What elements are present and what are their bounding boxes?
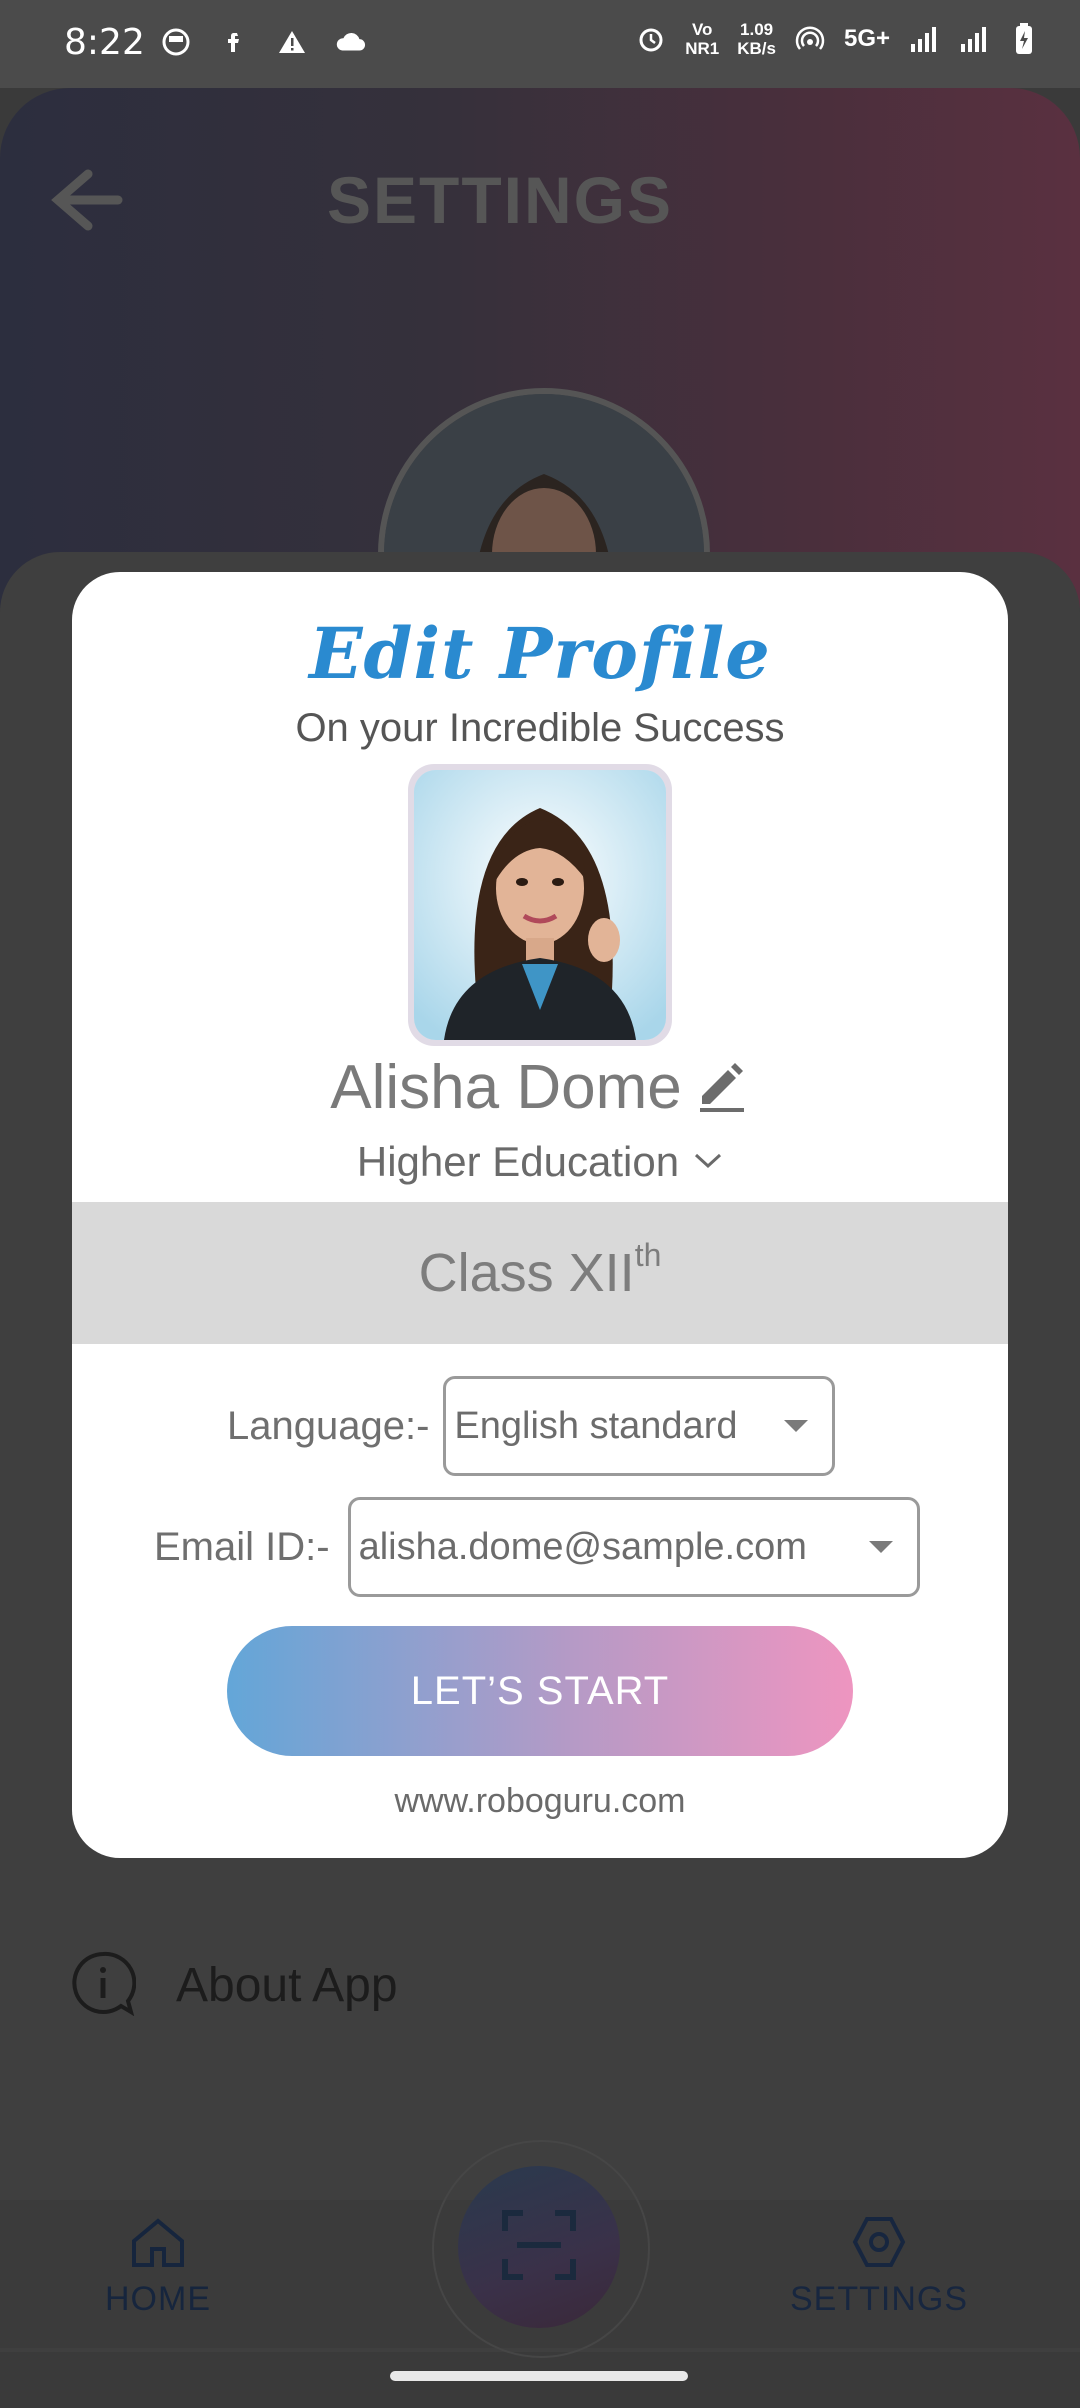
- app-notification-icon: [160, 26, 192, 58]
- website-link[interactable]: www.roboguru.com: [72, 1782, 1008, 1821]
- volte-indicator: Vo NR1: [685, 20, 719, 58]
- scan-icon: [499, 2205, 579, 2290]
- dropdown-arrow-icon: [868, 1541, 893, 1553]
- dropdown-arrow-icon: [784, 1420, 809, 1432]
- signal-icon-1: [908, 23, 940, 55]
- education-label: Higher Education: [356, 1138, 680, 1185]
- scan-button[interactable]: [458, 2166, 620, 2328]
- user-name: Alisha Dome: [330, 1053, 682, 1122]
- about-label: About App: [176, 1959, 398, 2012]
- alarm-icon: [635, 23, 667, 55]
- dialog-subtitle: On your Incredible Success: [295, 706, 785, 750]
- language-dropdown[interactable]: English standard: [443, 1376, 836, 1476]
- email-dropdown[interactable]: alisha.dome@sample.com: [347, 1497, 920, 1597]
- nav-home[interactable]: HOME: [105, 2215, 211, 2319]
- cloud-icon: [334, 26, 366, 58]
- profile-photo[interactable]: [408, 764, 672, 1046]
- language-value: English standard: [454, 1404, 738, 1447]
- gesture-bar[interactable]: [390, 2371, 688, 2381]
- home-icon: [128, 2218, 188, 2273]
- class-main: Class XII: [418, 1243, 635, 1303]
- volte-bottom: NR1: [685, 39, 720, 58]
- class-selector[interactable]: Class XIIth: [72, 1202, 1008, 1344]
- language-label: Language:-: [227, 1403, 430, 1448]
- nav-settings[interactable]: SETTINGS: [790, 2215, 968, 2319]
- facebook-icon: [218, 26, 250, 58]
- email-value: alisha.dome@sample.com: [358, 1525, 807, 1568]
- menu-item-about[interactable]: About App: [70, 1950, 398, 2021]
- language-row: Language:- English standard: [227, 1376, 836, 1476]
- class-label: Class XIIth: [418, 1237, 662, 1304]
- email-label: Email ID:-: [154, 1524, 330, 1569]
- hotspot-icon: [794, 23, 826, 55]
- nav-home-label: HOME: [105, 2280, 211, 2318]
- notification-icons: [160, 26, 366, 58]
- email-row: Email ID:- alisha.dome@sample.com: [154, 1497, 920, 1597]
- chevron-down-icon: [693, 1150, 723, 1175]
- lets-start-button[interactable]: LET’S START: [227, 1626, 853, 1756]
- status-bar: 8:22 Vo NR1 1.09 KB/s 5G+: [0, 0, 1080, 88]
- speed-unit: KB/s: [737, 39, 776, 58]
- info-icon: [70, 1950, 137, 2021]
- signal-icon-2: [958, 23, 990, 55]
- battery-icon: [1008, 23, 1040, 55]
- volte-top: Vo: [691, 20, 713, 39]
- network-speed: 1.09 KB/s: [737, 20, 776, 58]
- status-time: 8:22: [64, 22, 145, 63]
- name-row: Alisha Dome: [72, 1052, 1008, 1123]
- settings-icon: [849, 2217, 909, 2273]
- education-selector[interactable]: Higher Education: [72, 1138, 1008, 1186]
- status-right-icons: Vo NR1 1.09 KB/s 5G+: [635, 20, 1040, 58]
- edit-profile-dialog: Edit Profile On your Incredible Success: [72, 572, 1008, 1858]
- edit-pencil-icon[interactable]: [692, 1056, 750, 1119]
- warning-icon: [276, 26, 308, 58]
- network-type: 5G+: [843, 25, 890, 52]
- dialog-title: Edit Profile: [309, 612, 771, 695]
- page-title: SETTINGS: [326, 163, 674, 237]
- speed-value: 1.09: [740, 20, 774, 39]
- nav-settings-label: SETTINGS: [790, 2280, 969, 2318]
- class-superscript: th: [634, 1237, 662, 1273]
